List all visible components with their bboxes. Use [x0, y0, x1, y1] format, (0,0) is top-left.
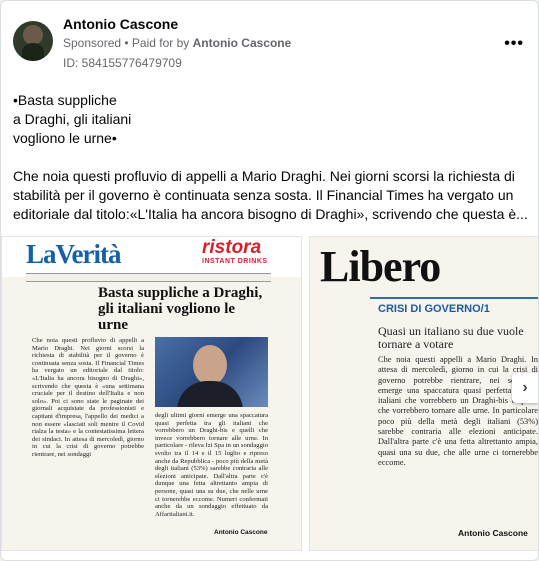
ristora-logo: ristora	[202, 237, 262, 258]
sponsored-label: Sponsored	[63, 36, 122, 50]
ad-id: ID: 584155776479709	[63, 56, 182, 70]
ristora-ad: ristora INSTANT DRINKS	[202, 237, 270, 266]
avatar[interactable]	[13, 21, 53, 61]
section-rule	[370, 297, 538, 299]
carousel-slide-la-verita[interactable]: LaVerità ristora INSTANT DRINKS Basta su…	[1, 236, 302, 551]
masthead-rule	[26, 273, 271, 282]
carousel-next-icon[interactable]: ›	[512, 373, 538, 403]
newspaper-masthead: LaVerità ristora INSTANT DRINKS	[2, 237, 301, 277]
post-header: Antonio Cascone Sponsored • Paid for by …	[13, 13, 526, 73]
article-kicker: CRISI DI GOVERNO/1	[378, 303, 490, 315]
article-column-1: Che noia questi profluvio di appelli a M…	[32, 337, 144, 458]
post-text: •Basta suppliche a Draghi, gli italiani …	[13, 91, 528, 243]
author-name[interactable]: Antonio Cascone	[63, 16, 178, 32]
article-text: Che noia questi appelli a Mario Draghi. …	[378, 355, 538, 467]
sponsored-line: Sponsored • Paid for by Antonio Cascone	[63, 36, 291, 50]
carousel-slide-libero[interactable]: Libero CRISI DI GOVERNO/1 Quasi un itali…	[309, 236, 538, 551]
article-headline: Basta suppliche a Draghi, gli italiani v…	[98, 285, 263, 333]
image-carousel: LaVerità ristora INSTANT DRINKS Basta su…	[1, 236, 538, 551]
post-body: Che noia questi profluvio di appelli a M…	[13, 168, 528, 222]
article-column-2: degli ultimi giorni emerge una spaccatur…	[155, 412, 268, 518]
paid-for-name: Antonio Cascone	[192, 36, 292, 50]
article-signature: Antonio Cascone	[214, 529, 268, 536]
la-verita-logo: LaVerità	[26, 239, 121, 269]
libero-logo: Libero	[320, 242, 441, 291]
paid-for-prefix: • Paid for by	[124, 36, 190, 50]
article-subhead: Quasi un italiano su due vuole tornare a…	[378, 324, 524, 351]
draghi-photo	[155, 337, 268, 407]
ristora-tagline: INSTANT DRINKS	[202, 258, 268, 265]
more-options-icon[interactable]: •••	[504, 35, 524, 53]
article-signature: Antonio Cascone	[458, 528, 528, 538]
post-intro: •Basta suppliche a Draghi, gli italiani …	[13, 92, 132, 146]
ad-card: Antonio Cascone Sponsored • Paid for by …	[0, 0, 539, 561]
